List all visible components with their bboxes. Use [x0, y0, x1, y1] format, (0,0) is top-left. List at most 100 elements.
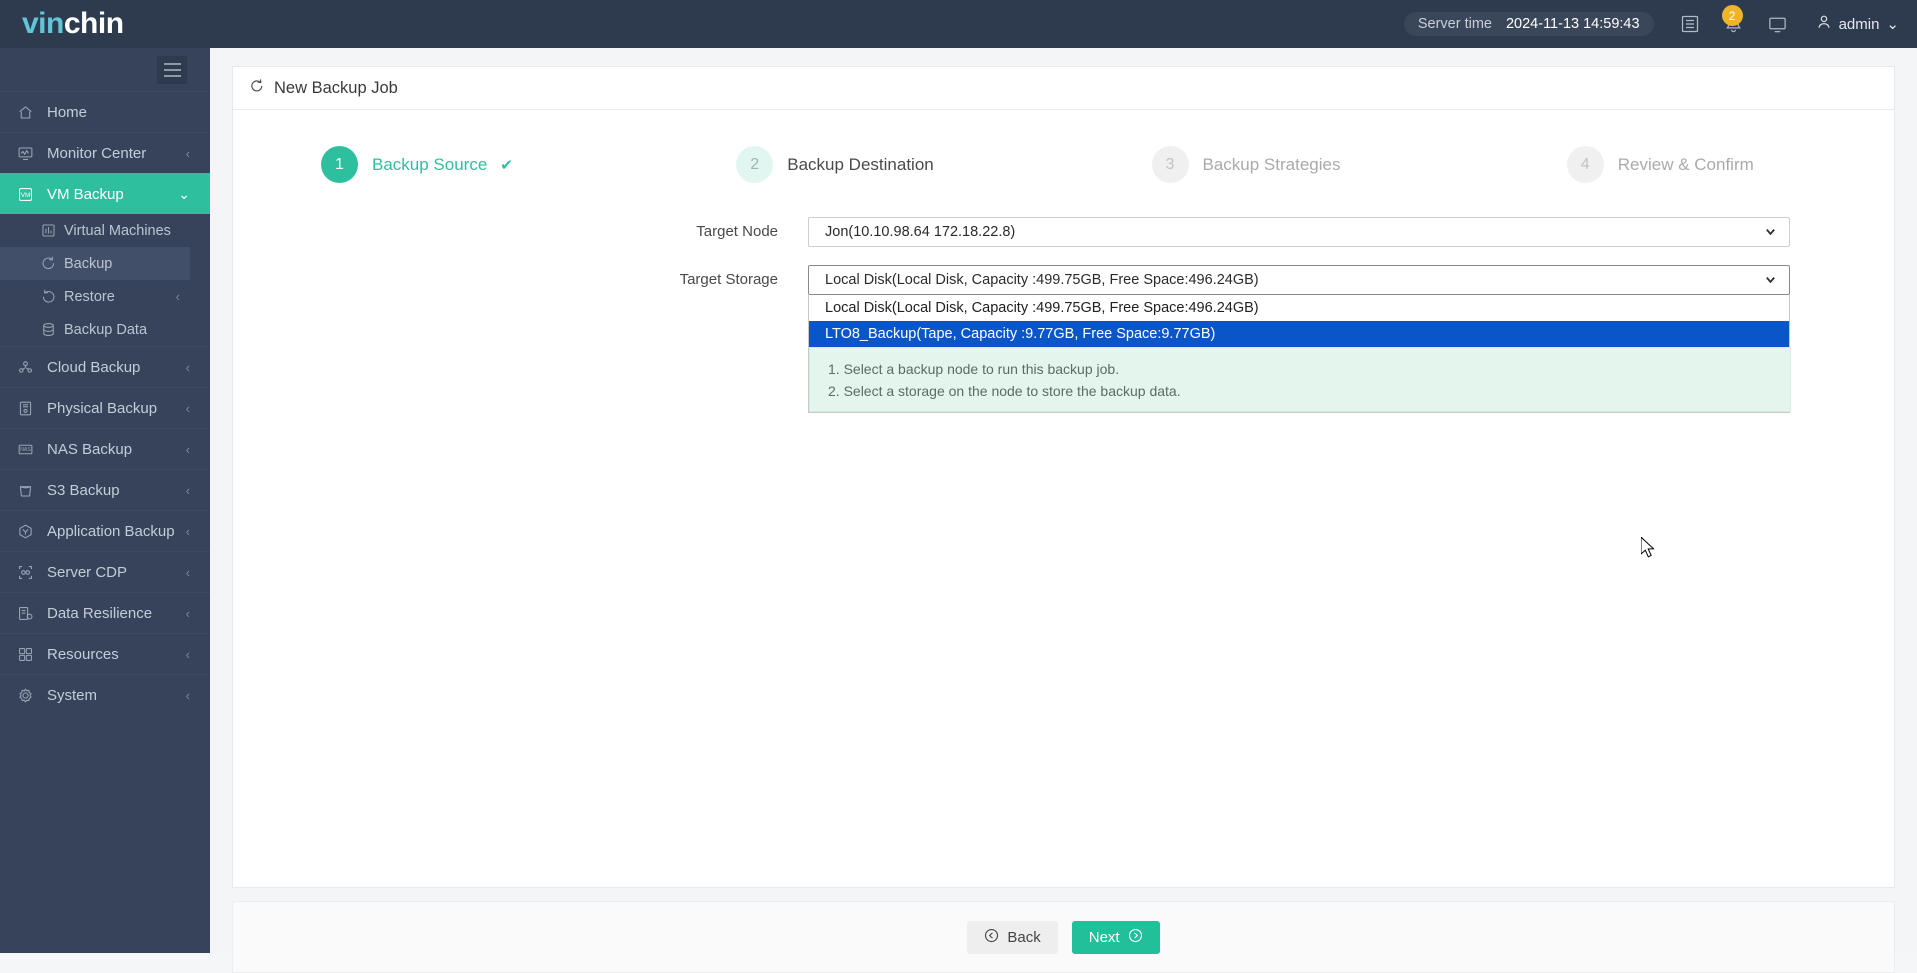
back-button-label: Back [1007, 928, 1041, 946]
step-number: 3 [1151, 146, 1189, 183]
server-time: Server time 2024-11-13 14:59:43 [1403, 12, 1654, 36]
main-content: New Backup Job 1 Backup Source ✔ 2 Backup De… [210, 48, 1917, 973]
logo-text-secondary: chin [63, 7, 124, 40]
bucket-icon [17, 482, 43, 499]
target-storage-dropdown[interactable]: Local Disk(Local Disk, Capacity :499.75G… [808, 295, 1791, 413]
target-storage-value: Local Disk(Local Disk, Capacity :499.75G… [825, 272, 1259, 288]
monitor-icon [17, 145, 43, 162]
sidebar-item-label: Cloud Backup [47, 358, 141, 376]
restore-icon [40, 288, 64, 305]
dropdown-option[interactable]: LTO8_Backup(Tape, Capacity :9.77GB, Free… [809, 321, 1789, 347]
step-label: Review & Confirm [1617, 154, 1754, 174]
chevron-icon: ‹ [185, 564, 190, 580]
sidebar-item-label: Data Resilience [47, 604, 153, 622]
sidebar-item-application-backup[interactable]: Application Backup ‹ [0, 510, 210, 551]
gear-icon [17, 687, 43, 704]
sidebar-item-cloud-backup[interactable]: Cloud Backup ‹ [0, 346, 210, 387]
sidebar-item-label: Home [47, 103, 88, 121]
sidebar-item-label: System [47, 686, 98, 704]
wizard-step-2[interactable]: 2 Backup Destination [648, 146, 1063, 183]
monitor-icon[interactable] [1756, 0, 1800, 48]
hint-line: 2. Select a storage on the node to store… [828, 383, 1181, 399]
refresh-icon [40, 255, 64, 272]
chevron-down-icon: ⌄ [1886, 16, 1899, 33]
nas-icon: NAS [17, 441, 43, 458]
back-button[interactable]: Back [967, 920, 1058, 954]
header-actions: Server time 2024-11-13 14:59:43 2 admin … [1403, 0, 1917, 48]
chevron-icon: ‹ [185, 605, 190, 621]
sidebar-item-label: Monitor Center [47, 144, 147, 162]
app-logo[interactable]: vinchin [0, 7, 210, 41]
list-icon[interactable] [1668, 0, 1712, 48]
server-time-label: Server time [1417, 16, 1492, 32]
target-node-select[interactable]: Jon(10.10.98.64 172.18.22.8) [808, 217, 1790, 247]
chevron-icon: ⌄ [178, 185, 190, 202]
top-header: vinchin Server time 2024-11-13 14:59:43 … [0, 0, 1917, 48]
sidebar-item-label: VM Backup [47, 185, 124, 203]
mouse-cursor [1640, 535, 1658, 565]
wizard-step-1[interactable]: 1 Backup Source ✔ [233, 146, 648, 183]
next-button[interactable]: Next [1071, 920, 1160, 954]
sidebar-subitem-restore[interactable]: Restore ‹ [0, 280, 210, 313]
sidebar-item-home[interactable]: Home [0, 91, 210, 132]
sidebar-item-label: Physical Backup [47, 399, 158, 417]
target-storage-select[interactable]: Local Disk(Local Disk, Capacity :499.75G… [808, 265, 1790, 295]
sidebar-item-resources[interactable]: Resources ‹ [0, 633, 210, 674]
sidebar-item-nas-backup[interactable]: NAS NAS Backup ‹ [0, 428, 210, 469]
step-label: Backup Source [372, 154, 488, 174]
sidebar-item-label: Server CDP [47, 563, 128, 581]
dropdown-option[interactable]: Local Disk(Local Disk, Capacity :499.75G… [809, 295, 1789, 321]
next-button-label: Next [1088, 928, 1120, 946]
target-node-value: Jon(10.10.98.64 172.18.22.8) [825, 224, 1016, 240]
wizard-step-4[interactable]: 4 Review & Confirm [1479, 146, 1894, 183]
sidebar-item-server-cdp[interactable]: Server CDP ‹ [0, 551, 210, 592]
chevron-icon: ‹ [185, 145, 190, 161]
sidebar-item-monitor-center[interactable]: Monitor Center ‹ [0, 132, 210, 173]
step-label: Backup Destination [787, 154, 934, 174]
hexagon-icon [17, 523, 43, 540]
chevron-icon: ‹ [185, 400, 190, 416]
home-icon [17, 104, 43, 121]
sidebar-subitem-backup[interactable]: Backup [0, 247, 190, 280]
sidebar-subitem-label: Restore [64, 288, 115, 305]
logo-text-primary: vin [22, 7, 64, 40]
sidebar-subitem-backup-data[interactable]: Backup Data [0, 313, 210, 346]
sidebar-item-label: NAS Backup [47, 440, 133, 458]
chevron-icon: ‹ [185, 441, 190, 457]
server-time-value: 2024-11-13 14:59:43 [1505, 16, 1640, 32]
bell-icon[interactable]: 2 [1712, 0, 1756, 48]
page-title-text: New Backup Job [274, 78, 398, 97]
sidebar-subitem-label: Virtual Machines [64, 222, 171, 239]
chevron-down-icon [1764, 273, 1777, 290]
dropdown-options: Local Disk(Local Disk, Capacity :499.75G… [809, 295, 1789, 347]
sidebar-item-label: Application Backup [47, 522, 175, 540]
wizard-step-3[interactable]: 3 Backup Strategies [1064, 146, 1479, 183]
arrow-left-icon [984, 928, 999, 947]
vm-icon: VM [17, 186, 43, 203]
sidebar-item-physical-backup[interactable]: Physical Backup ‹ [0, 387, 210, 428]
sidebar-item-data-resilience[interactable]: Data Resilience ‹ [0, 592, 210, 633]
hint-line: 1. Select a backup node to run this back… [828, 361, 1120, 377]
notification-badge: 2 [1721, 5, 1743, 26]
target-storage-label: Target Storage [679, 271, 778, 288]
arrow-right-icon [1128, 928, 1143, 947]
sidebar-item-s3-backup[interactable]: S3 Backup ‹ [0, 469, 210, 510]
sidebar-item-vm-backup[interactable]: VM VM Backup ⌄ [0, 173, 210, 214]
chart-icon [40, 222, 64, 239]
sidebar-item-system[interactable]: System ‹ [0, 674, 210, 715]
page-title: New Backup Job [233, 67, 1894, 110]
cloud-icon [17, 359, 43, 376]
grid-icon [17, 646, 43, 663]
step-number: 1 [321, 146, 358, 183]
check-icon: ✔ [500, 156, 513, 174]
target-node-control: Jon(10.10.98.64 172.18.22.8) [808, 217, 1790, 247]
refresh-icon[interactable] [249, 78, 265, 99]
destination-form: Target Node Jon(10.10.98.64 172.18.22.8)… [233, 217, 1894, 558]
sidebar-nav: Home Monitor Center ‹ VM VM Backup ⌄ Virtual M… [0, 91, 210, 715]
hamburger-menu-icon[interactable] [157, 55, 187, 84]
sidebar-subitem-virtual-machines[interactable]: Virtual Machines [0, 214, 210, 247]
chevron-icon: ‹ [185, 523, 190, 539]
svg-text:NAS: NAS [20, 447, 31, 453]
sidebar-item-label: S3 Backup [47, 481, 120, 499]
user-menu[interactable]: admin ⌄ [1800, 14, 1899, 34]
